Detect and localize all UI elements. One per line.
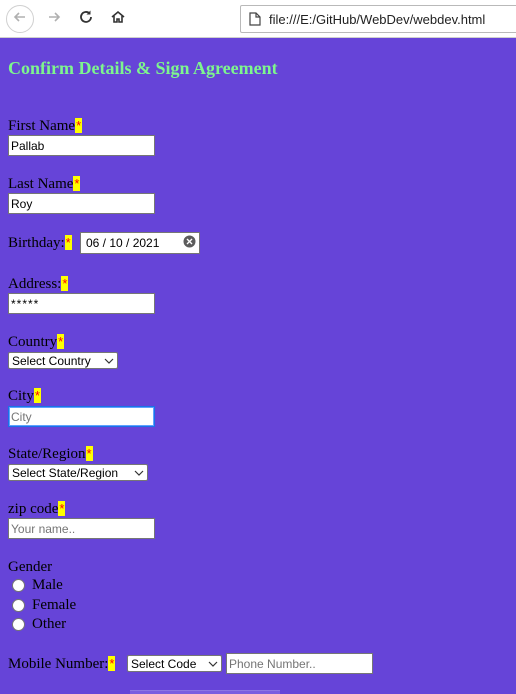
last-name-label-text: Last Name — [8, 176, 74, 192]
required-mark: * — [85, 446, 93, 461]
chevron-down-icon — [134, 470, 144, 476]
submit-button-partial[interactable] — [130, 690, 280, 694]
zip-label: zip code* — [8, 500, 66, 518]
last-name-input[interactable]: Roy — [8, 193, 155, 214]
radio-button[interactable] — [12, 579, 25, 592]
address-label-text: Address: — [8, 276, 62, 292]
reload-button[interactable] — [72, 5, 100, 33]
gender-male-label: Male — [32, 577, 63, 593]
required-mark: * — [33, 388, 41, 403]
required-mark: * — [57, 334, 65, 349]
required-mark: * — [75, 118, 83, 133]
state-select[interactable]: Select State/Region — [8, 464, 148, 481]
first-name-label-text: First Name — [8, 118, 76, 134]
gender-option-female[interactable]: Female — [12, 597, 76, 614]
radio-button[interactable] — [12, 618, 25, 631]
address-label: Address:* — [8, 275, 69, 293]
city-label: City* — [8, 387, 41, 405]
city-label-text: City — [8, 388, 34, 404]
required-mark: * — [61, 276, 69, 291]
first-name-input[interactable]: Pallab — [8, 135, 155, 156]
country-label: Country* — [8, 333, 65, 351]
gender-female-label: Female — [32, 597, 77, 613]
gender-option-male[interactable]: Male — [12, 577, 63, 594]
browser-toolbar: file:///E:/GitHub/WebDev/webdev.html — [0, 0, 516, 38]
required-mark: * — [64, 235, 72, 250]
mobile-label: Mobile Number:* — [8, 655, 116, 673]
chevron-down-icon — [208, 661, 218, 667]
url-bar[interactable]: file:///E:/GitHub/WebDev/webdev.html — [240, 5, 516, 33]
forward-arrow-icon — [46, 9, 62, 30]
home-button[interactable] — [104, 5, 132, 33]
back-button[interactable] — [6, 5, 34, 33]
page-icon — [249, 12, 261, 26]
forward-button[interactable] — [40, 5, 68, 33]
gender-other-label: Other — [32, 616, 67, 632]
gender-label: Gender — [8, 559, 53, 575]
country-label-text: Country — [8, 334, 58, 350]
url-text: file:///E:/GitHub/WebDev/webdev.html — [269, 11, 486, 27]
mobile-code-select[interactable]: Select Code — [127, 655, 222, 672]
phone-number-input[interactable]: Phone Number.. — [226, 653, 373, 674]
zip-input[interactable]: Your name.. — [8, 518, 155, 539]
page-title: Confirm Details & Sign Agreement — [8, 58, 278, 78]
back-arrow-icon — [12, 9, 28, 30]
city-input[interactable]: City — [8, 406, 155, 427]
country-selected: Select Country — [12, 353, 91, 368]
state-selected: Select State/Region — [12, 465, 119, 480]
home-icon — [110, 9, 126, 30]
required-mark: * — [73, 176, 81, 191]
gender-option-other[interactable]: Other — [12, 616, 66, 633]
first-name-label: First Name* — [8, 117, 83, 135]
mobile-label-text: Mobile Number: — [8, 656, 109, 672]
birthday-date-input[interactable]: 06 / 10 / 2021 — [80, 232, 200, 254]
state-label-text: State/Region — [8, 446, 86, 462]
mobile-code-selected: Select Code — [131, 656, 197, 671]
birthday-value: 06 / 10 / 2021 — [86, 236, 160, 250]
reload-icon — [78, 9, 94, 30]
chevron-down-icon — [104, 358, 114, 364]
birthday-label: Birthday:* — [8, 234, 72, 252]
birthday-label-text: Birthday: — [8, 235, 65, 251]
required-mark: * — [108, 656, 116, 671]
required-mark: * — [58, 501, 66, 516]
clear-date-icon[interactable] — [183, 235, 196, 251]
state-label: State/Region* — [8, 445, 93, 463]
last-name-label: Last Name* — [8, 175, 81, 193]
country-select[interactable]: Select Country — [8, 352, 118, 369]
address-input[interactable]: ***** — [8, 293, 155, 314]
zip-label-text: zip code — [8, 501, 59, 517]
radio-button[interactable] — [12, 599, 25, 612]
